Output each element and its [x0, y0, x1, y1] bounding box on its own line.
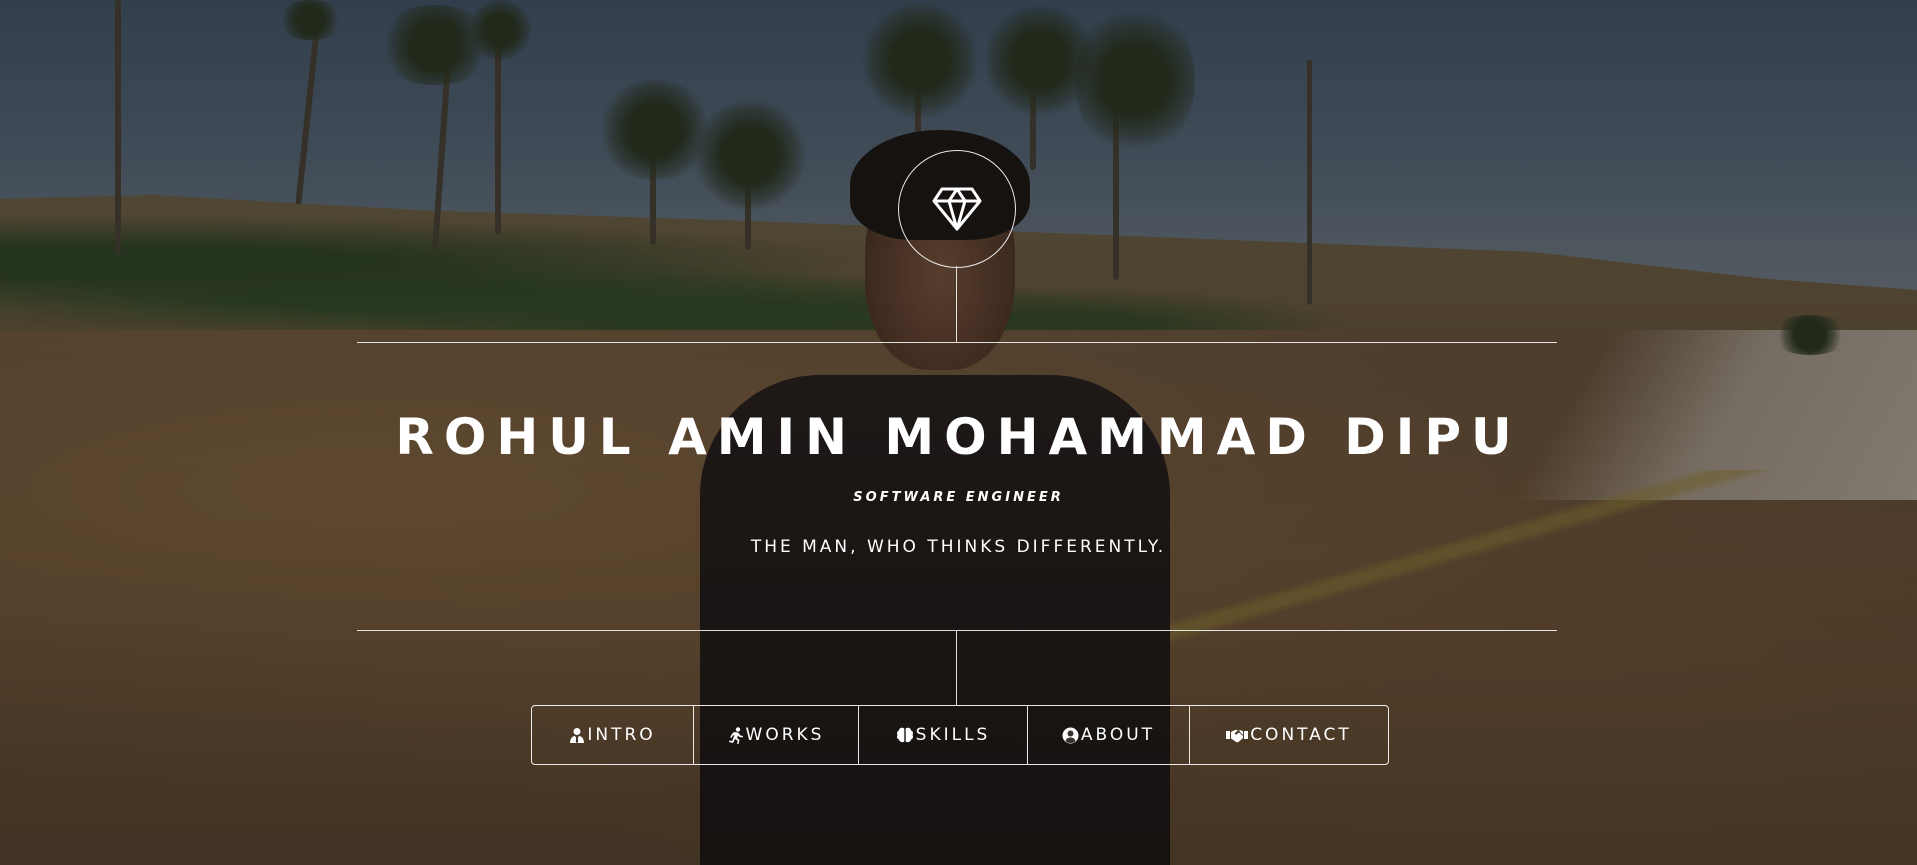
job-title: SOFTWARE ENGINEER	[853, 490, 1064, 505]
logo	[898, 150, 1016, 268]
nav-item-works[interactable]: WORKS	[694, 706, 859, 764]
nav-item-about[interactable]: ABOUT	[1028, 706, 1190, 764]
brain-icon	[896, 727, 913, 743]
top-divider	[357, 342, 1557, 343]
bottom-divider	[357, 630, 1557, 631]
user-circle-icon	[1062, 727, 1079, 743]
page-title: ROHUL AMIN MOHAMMAD DIPU	[395, 408, 1522, 466]
nav-item-intro[interactable]: INTRO	[532, 706, 694, 764]
nav-label: INTRO	[587, 725, 656, 745]
nav-label: WORKS	[745, 725, 825, 745]
handshake-icon	[1226, 729, 1249, 742]
nav-label: CONTACT	[1250, 725, 1352, 745]
top-connector-line	[956, 266, 957, 342]
nav-label: SKILLS	[915, 725, 991, 745]
nav-item-contact[interactable]: CONTACT	[1190, 706, 1388, 764]
nav-item-skills[interactable]: SKILLS	[859, 706, 1028, 764]
diamond-icon	[932, 187, 982, 231]
bottom-connector-line	[956, 630, 957, 705]
hero-section: ROHUL AMIN MOHAMMAD DIPU SOFTWARE ENGINE…	[0, 0, 1917, 865]
running-icon	[728, 726, 743, 744]
tagline: THE MAN, WHO THINKS DIFFERENTLY.	[750, 537, 1167, 557]
user-tie-icon	[570, 728, 585, 743]
nav-label: ABOUT	[1080, 725, 1156, 745]
main-nav: INTRO WORKS SKILLS ABOUT CONTACT	[531, 705, 1389, 765]
